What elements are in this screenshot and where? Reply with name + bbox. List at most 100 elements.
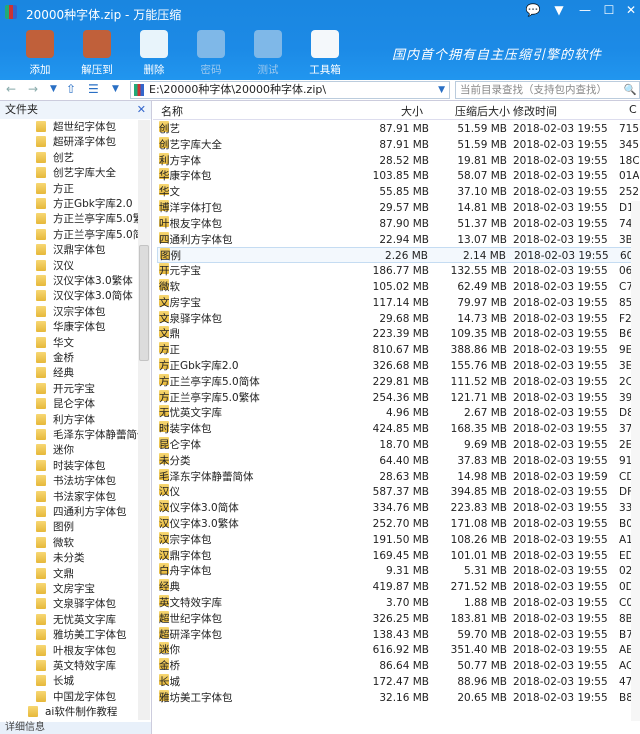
tree-item[interactable]: 书法坊字体包 — [36, 473, 138, 489]
toolbar-button-2[interactable]: 删除 — [130, 30, 178, 77]
table-row[interactable]: 经典 419.87 MB 271.52 MB 2018-02-03 19:55 0D0 — [157, 579, 639, 595]
tree-item[interactable]: 图例 — [36, 519, 138, 535]
table-row[interactable]: 方正兰亭字库5.0繁体 254.36 MB 121.71 MB 2018-02-03 … — [157, 389, 639, 406]
tree-item[interactable]: 无忧英文字库 — [36, 612, 138, 628]
table-row[interactable]: 方正Gbk字库2.0 326.68 MB 155.76 MB 2018-02-03 1… — [157, 358, 639, 374]
table-row[interactable]: 图例2.26 MB2.14 MB2018-02-03 19:556027 — [157, 247, 640, 264]
table-row[interactable]: 文房字宝 117.14 MB 79.97 MB 2018-02-03 19:55 852 — [157, 294, 639, 311]
table-row[interactable]: 汉鼎字体包 169.45 MB 101.01 MB 2018-02-03 19:55 E… — [157, 547, 639, 564]
table-row[interactable]: 华康字体包 103.85 MB 58.07 MB 2018-02-03 19:55 01… — [157, 168, 639, 184]
feedback-button[interactable]: 💬 — [524, 3, 542, 17]
back-icon[interactable]: ← — [6, 82, 16, 96]
col-packed[interactable]: 压缩后大小 — [455, 103, 510, 119]
table-row[interactable]: 白舟字体包 9.31 MB 5.31 MB 2018-02-03 19:55 026 — [157, 563, 639, 579]
table-row[interactable]: 方正兰亭字库5.0简体 229.81 MB 111.52 MB 2018-02-03 … — [157, 373, 639, 390]
table-row[interactable]: 时装字体包 424.85 MB 168.35 MB 2018-02-03 19:55 3… — [157, 421, 639, 437]
tree-item[interactable]: 四通利方字体包 — [36, 504, 138, 520]
table-row[interactable]: 金桥 86.64 MB 50.77 MB 2018-02-03 19:55 ACF — [157, 658, 639, 674]
tree-item[interactable]: 书法家字体包 — [36, 489, 138, 505]
tree-item[interactable]: 金桥 — [36, 350, 138, 366]
tree-item[interactable]: 汉宗字体包 — [36, 304, 138, 320]
tree-scrollbar[interactable] — [138, 120, 150, 720]
table-row[interactable]: 微软105.02 MB62.49 MB2018-02-03 19:55C71A — [157, 279, 639, 295]
col-modified[interactable]: 修改时间 — [513, 103, 557, 119]
tree-item[interactable]: 华康字体包 — [36, 319, 138, 335]
tree-item[interactable]: 创艺字库大全 — [36, 165, 138, 181]
tree-item[interactable]: 中国龙字体包 — [36, 689, 138, 705]
details-panel-header[interactable]: 详细信息 — [0, 722, 151, 734]
tree-item[interactable]: 经典 — [36, 365, 138, 381]
table-row[interactable]: 汉仪字体3.0简体 334.76 MB 223.83 MB 2018-02-03 19… — [157, 500, 639, 516]
tree-item[interactable]: 文房字宝 — [36, 581, 138, 597]
table-row[interactable]: 长城 172.47 MB 88.96 MB 2018-02-03 19:55 473 — [157, 674, 639, 690]
tree-item[interactable]: 文泉驿字体包 — [36, 596, 138, 612]
tree-item[interactable]: 汉仪 — [36, 258, 138, 274]
tree-item[interactable]: 超世纪字体包 — [36, 119, 138, 135]
table-row[interactable]: 文鼎 223.39 MB 109.35 MB 2018-02-03 19:55 B62 — [157, 326, 639, 342]
tree-item[interactable]: 雅坊美工字体包 — [36, 627, 138, 643]
tree-item[interactable]: 长城 — [36, 673, 138, 689]
path-dropdown-icon[interactable]: ▼ — [438, 82, 445, 98]
table-row[interactable]: 利方字体 28.52 MB 19.81 MB 2018-02-03 19:55 18C5 — [157, 152, 639, 169]
view-dropdown-icon[interactable]: ▼ — [112, 84, 119, 94]
tree-item[interactable]: 创艺 — [36, 150, 138, 166]
close-tree-icon[interactable]: ✕ — [137, 101, 146, 119]
tree-item[interactable]: 英文特效字库 — [36, 658, 138, 674]
table-row[interactable]: 毛泽东字体静蕾简体 28.63 MB 14.98 MB 2018-02-03 19:5… — [157, 468, 639, 485]
tree-item[interactable]: 叶根友字体包 — [36, 643, 138, 659]
up-folder-icon[interactable]: ⇧ — [66, 82, 76, 96]
table-row[interactable]: 华文 55.85 MB 37.10 MB 2018-02-03 19:55 2522 — [157, 184, 639, 200]
table-row[interactable]: 无忧英文字库 4.96 MB 2.67 MB 2018-02-03 19:55 D81 — [157, 405, 639, 421]
close-button[interactable]: ✕ — [622, 3, 640, 17]
tree-scroll-thumb[interactable] — [139, 245, 149, 361]
tree-item[interactable]: 方正Gbk字库2.0 — [36, 196, 138, 212]
table-row[interactable]: 超研泽字体包 138.43 MB 59.70 MB 2018-02-03 19:55 B… — [157, 626, 639, 643]
table-row[interactable]: 英文特效字库 3.70 MB 1.88 MB 2018-02-03 19:55 C0D — [157, 595, 639, 611]
tree-item[interactable]: 方正兰亭字库5.0简体 — [36, 227, 138, 243]
table-row[interactable]: 汉仪字体3.0繁体 252.70 MB 171.08 MB 2018-02-03 19… — [157, 516, 639, 532]
tree-item[interactable]: 时装字体包 — [36, 458, 138, 474]
table-row[interactable]: 开元字宝 186.77 MB 132.55 MB 2018-02-03 19:55 06… — [157, 263, 639, 279]
minimize-button[interactable]: — — [576, 3, 594, 17]
table-row[interactable]: 四通利方字体包 22.94 MB 13.07 MB 2018-02-03 19:55 3… — [157, 231, 639, 248]
search-input[interactable]: 当前目录查找（支持包内查找） 🔍 — [455, 81, 640, 99]
table-row[interactable]: 创艺字库大全 87.91 MB 51.59 MB 2018-02-03 19:55 34… — [157, 136, 639, 153]
tree-item[interactable]: 汉仪字体3.0繁体 — [36, 273, 138, 289]
maximize-button[interactable]: ☐ — [600, 3, 618, 17]
col-name[interactable]: 名称 — [161, 103, 183, 119]
table-row[interactable]: 汉宗字体包 191.50 MB 108.26 MB 2018-02-03 19:55 A… — [157, 531, 639, 548]
search-icon[interactable]: 🔍 — [624, 82, 637, 98]
table-row[interactable]: 创艺 87.91 MB 51.59 MB 2018-02-03 19:55 715 — [157, 121, 639, 137]
table-row[interactable]: 昆仑字体 18.70 MB 9.69 MB 2018-02-03 19:55 2E4 — [157, 437, 639, 453]
tree-item[interactable]: 利方字体 — [36, 412, 138, 428]
history-dropdown-icon[interactable]: ▼ — [50, 84, 57, 94]
toolbar-button-0[interactable]: 添加 — [16, 30, 64, 77]
table-row[interactable]: 雅坊美工字体包 32.16 MB 20.65 MB 2018-02-03 19:55 B… — [157, 689, 639, 706]
tree-item[interactable]: 迷你 — [36, 442, 138, 458]
toolbar-button-4[interactable]: 测试 — [244, 30, 292, 77]
menu-button[interactable]: ▼ — [550, 3, 568, 17]
table-row[interactable]: 叶根友字体包 87.90 MB 51.37 MB 2018-02-03 19:55 74… — [157, 215, 639, 232]
toolbar-button-1[interactable]: 解压到 — [73, 30, 121, 77]
forward-icon[interactable]: → — [28, 82, 38, 96]
col-crc[interactable]: C — [629, 103, 637, 116]
tree-item[interactable]: 未分类 — [36, 550, 138, 566]
tree-item[interactable]: 方正兰亭字库5.0繁体 — [36, 211, 138, 227]
table-row[interactable]: 超世纪字体包 326.25 MB 183.81 MB 2018-02-03 19:55… — [157, 610, 639, 627]
list-scrollbar[interactable] — [631, 201, 640, 721]
tree-item[interactable]: 超研泽字体包 — [36, 134, 138, 150]
tree-item[interactable]: ai软件制作教程 — [28, 704, 130, 720]
tree-item[interactable]: 汉仪字体3.0简体 — [36, 288, 138, 304]
table-row[interactable]: 未分类 64.40 MB 37.83 MB 2018-02-03 19:55 91B — [157, 452, 639, 469]
col-size[interactable]: 大小 — [401, 103, 423, 119]
table-row[interactable]: 汉仪 587.37 MB 394.85 MB 2018-02-03 19:55 DF9 — [157, 484, 639, 500]
toolbar-button-3[interactable]: 密码 — [187, 30, 235, 77]
table-row[interactable]: 方正 810.67 MB 388.86 MB 2018-02-03 19:55 9E2 — [157, 342, 639, 358]
table-row[interactable]: 博洋字体打包 29.57 MB 14.81 MB 2018-02-03 19:55 D1… — [157, 200, 639, 216]
tree-item[interactable]: 毛泽东字体静蕾简体 — [36, 427, 138, 443]
tree-item[interactable]: 文鼎 — [36, 566, 138, 582]
view-list-icon[interactable]: ☰ — [88, 82, 99, 96]
tree-item[interactable]: 华文 — [36, 335, 138, 351]
path-input[interactable]: E:\20000种字体\20000种字体.zip\ ▼ — [130, 81, 450, 99]
tree-item[interactable]: 昆仑字体 — [36, 396, 138, 412]
